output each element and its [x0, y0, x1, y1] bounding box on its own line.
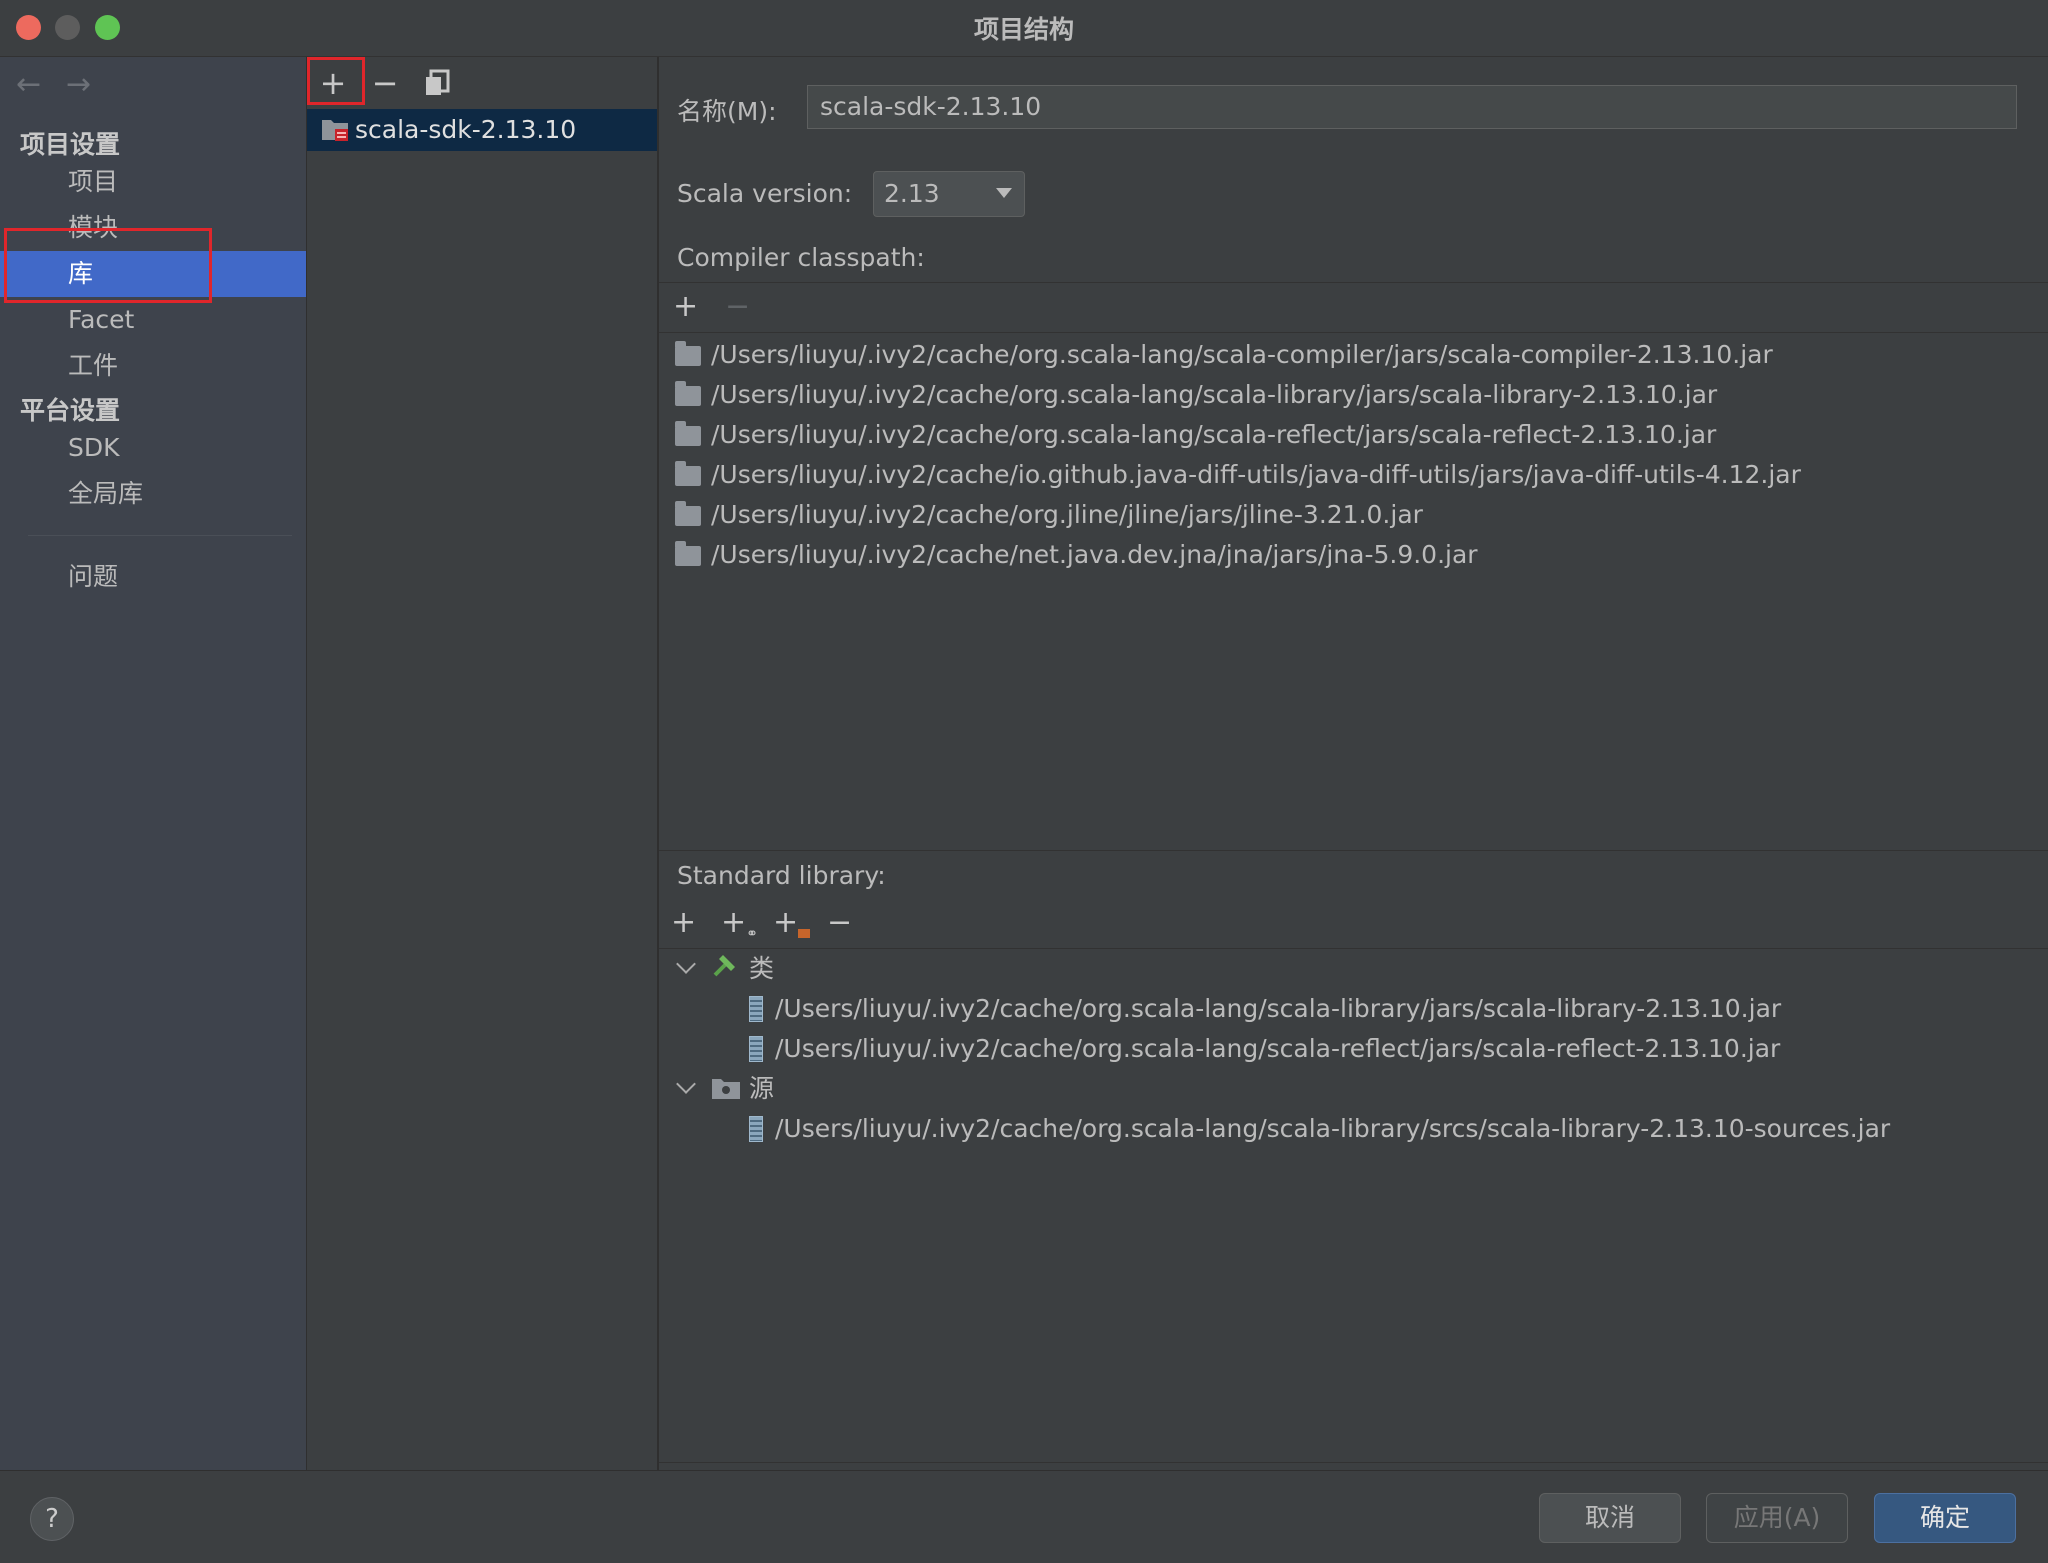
remove-library-button[interactable]: − — [365, 63, 405, 103]
folder-icon — [675, 541, 701, 566]
sidebar-item-problems[interactable]: 问题 — [0, 554, 306, 600]
library-list-panel: + − scala-sdk-2.13.10 — [307, 57, 659, 1470]
classpath-path: /Users/liuyu/.ivy2/cache/org.scala-lang/… — [711, 380, 1718, 409]
jar-icon — [749, 1036, 763, 1062]
divider — [659, 282, 2048, 283]
list-item[interactable]: /Users/liuyu/.ivy2/cache/org.scala-lang/… — [675, 335, 1773, 375]
scala-version-label: Scala version: — [677, 179, 853, 208]
cancel-button[interactable]: 取消 — [1539, 1493, 1681, 1543]
copy-icon[interactable] — [417, 63, 457, 103]
jar-icon — [749, 1116, 763, 1142]
sidebar-item-label: 工件 — [68, 351, 119, 380]
folder-icon — [675, 461, 701, 486]
library-icon — [321, 114, 349, 141]
library-detail-panel: 名称(M): scala-sdk-2.13.10 Scala version: … — [659, 57, 2048, 1470]
list-item[interactable]: /Users/liuyu/.ivy2/cache/org.scala-lang/… — [675, 415, 1716, 455]
remove-classpath-button[interactable]: − — [725, 292, 750, 322]
tree-node-sources[interactable]: 源 — [673, 1069, 774, 1109]
list-item[interactable]: scala-sdk-2.13.10 — [307, 109, 657, 151]
sidebar: ← → 项目设置 项目 模块 库 Facet 工件 平台设置 SDK 全局库 问… — [0, 57, 308, 1470]
add-classpath-button[interactable]: + — [673, 292, 698, 322]
name-label: 名称(M): — [677, 97, 777, 126]
divider — [659, 850, 2048, 851]
arrow-left-icon[interactable]: ← — [16, 67, 41, 102]
window-title: 项目结构 — [973, 15, 1074, 44]
add-folder-icon[interactable]: + — [773, 908, 811, 938]
name-input[interactable]: scala-sdk-2.13.10 — [807, 85, 2017, 129]
library-name: scala-sdk-2.13.10 — [355, 115, 577, 144]
divider — [659, 948, 2048, 949]
compiler-classpath-label: Compiler classpath: — [677, 243, 925, 272]
section-project-settings: 项目设置 — [20, 130, 121, 159]
highlight-box — [307, 57, 365, 105]
chevron-down-icon — [996, 188, 1012, 198]
list-item[interactable]: /Users/liuyu/.ivy2/cache/io.github.java-… — [675, 455, 1801, 495]
classpath-path: /Users/liuyu/.ivy2/cache/org.scala-lang/… — [711, 420, 1717, 449]
chevron-down-icon — [676, 1074, 696, 1094]
sidebar-item-artifacts[interactable]: 工件 — [0, 343, 306, 389]
classpath-path: /Users/liuyu/.ivy2/cache/org.jline/jline… — [711, 500, 1423, 529]
sidebar-item-label: SDK — [68, 433, 120, 462]
sidebar-divider — [28, 535, 292, 536]
list-item[interactable]: /Users/liuyu/.ivy2/cache/org.scala-lang/… — [749, 1109, 1890, 1149]
jar-path: /Users/liuyu/.ivy2/cache/org.scala-lang/… — [775, 1034, 1781, 1063]
folder-icon — [675, 341, 701, 366]
scala-version-value: 2.13 — [884, 179, 940, 208]
remove-standard-library-button[interactable]: − — [827, 908, 852, 938]
sidebar-item-label: 问题 — [68, 562, 119, 591]
sidebar-item-facet[interactable]: Facet — [0, 297, 306, 343]
tree-node-label: 类 — [749, 954, 775, 983]
add-url-icon[interactable]: +⚭ — [721, 908, 758, 949]
list-item[interactable]: /Users/liuyu/.ivy2/cache/org.scala-lang/… — [675, 375, 1717, 415]
divider — [659, 332, 2048, 333]
ok-button[interactable]: 确定 — [1874, 1493, 2016, 1543]
scala-version-select[interactable]: 2.13 — [873, 171, 1025, 217]
sidebar-item-label: 项目 — [68, 167, 119, 196]
title-bar: 项目结构 — [0, 0, 2048, 57]
tree-node-label: 源 — [749, 1074, 775, 1103]
jar-icon — [749, 996, 763, 1022]
chevron-down-icon — [676, 954, 696, 974]
folder-icon — [675, 381, 701, 406]
sidebar-item-global-libraries[interactable]: 全局库 — [0, 471, 306, 517]
add-standard-library-button[interactable]: + — [671, 908, 696, 938]
tree-node-classes[interactable]: 类 — [673, 949, 774, 989]
divider — [659, 1462, 2048, 1463]
jar-path: /Users/liuyu/.ivy2/cache/org.scala-lang/… — [775, 1114, 1891, 1143]
list-item[interactable]: /Users/liuyu/.ivy2/cache/org.scala-lang/… — [749, 1029, 1780, 1069]
classpath-path: /Users/liuyu/.ivy2/cache/net.java.dev.jn… — [711, 540, 1478, 569]
sidebar-item-sdk[interactable]: SDK — [0, 425, 306, 471]
classpath-path: /Users/liuyu/.ivy2/cache/org.scala-lang/… — [711, 340, 1773, 369]
jar-path: /Users/liuyu/.ivy2/cache/org.scala-lang/… — [775, 994, 1782, 1023]
hammer-icon — [711, 953, 741, 993]
sidebar-item-label: Facet — [68, 305, 135, 334]
help-button[interactable]: ? — [30, 1497, 74, 1541]
classpath-path: /Users/liuyu/.ivy2/cache/io.github.java-… — [711, 460, 1801, 489]
sidebar-item-label: 全局库 — [68, 479, 144, 508]
section-platform-settings: 平台设置 — [20, 396, 121, 425]
standard-library-label: Standard library: — [677, 861, 886, 890]
highlight-box — [4, 228, 212, 303]
source-folder-icon — [711, 1072, 741, 1112]
dialog-footer: ? 取消 应用(A) 确定 — [0, 1470, 2048, 1563]
apply-button[interactable]: 应用(A) — [1706, 1493, 1848, 1543]
arrow-right-icon[interactable]: → — [66, 67, 91, 102]
list-item[interactable]: /Users/liuyu/.ivy2/cache/net.java.dev.jn… — [675, 535, 1478, 575]
list-item[interactable]: /Users/liuyu/.ivy2/cache/org.scala-lang/… — [749, 989, 1781, 1029]
list-item[interactable]: /Users/liuyu/.ivy2/cache/org.jline/jline… — [675, 495, 1423, 535]
folder-icon — [675, 421, 701, 446]
folder-icon — [675, 501, 701, 526]
sidebar-item-project[interactable]: 项目 — [0, 159, 306, 205]
